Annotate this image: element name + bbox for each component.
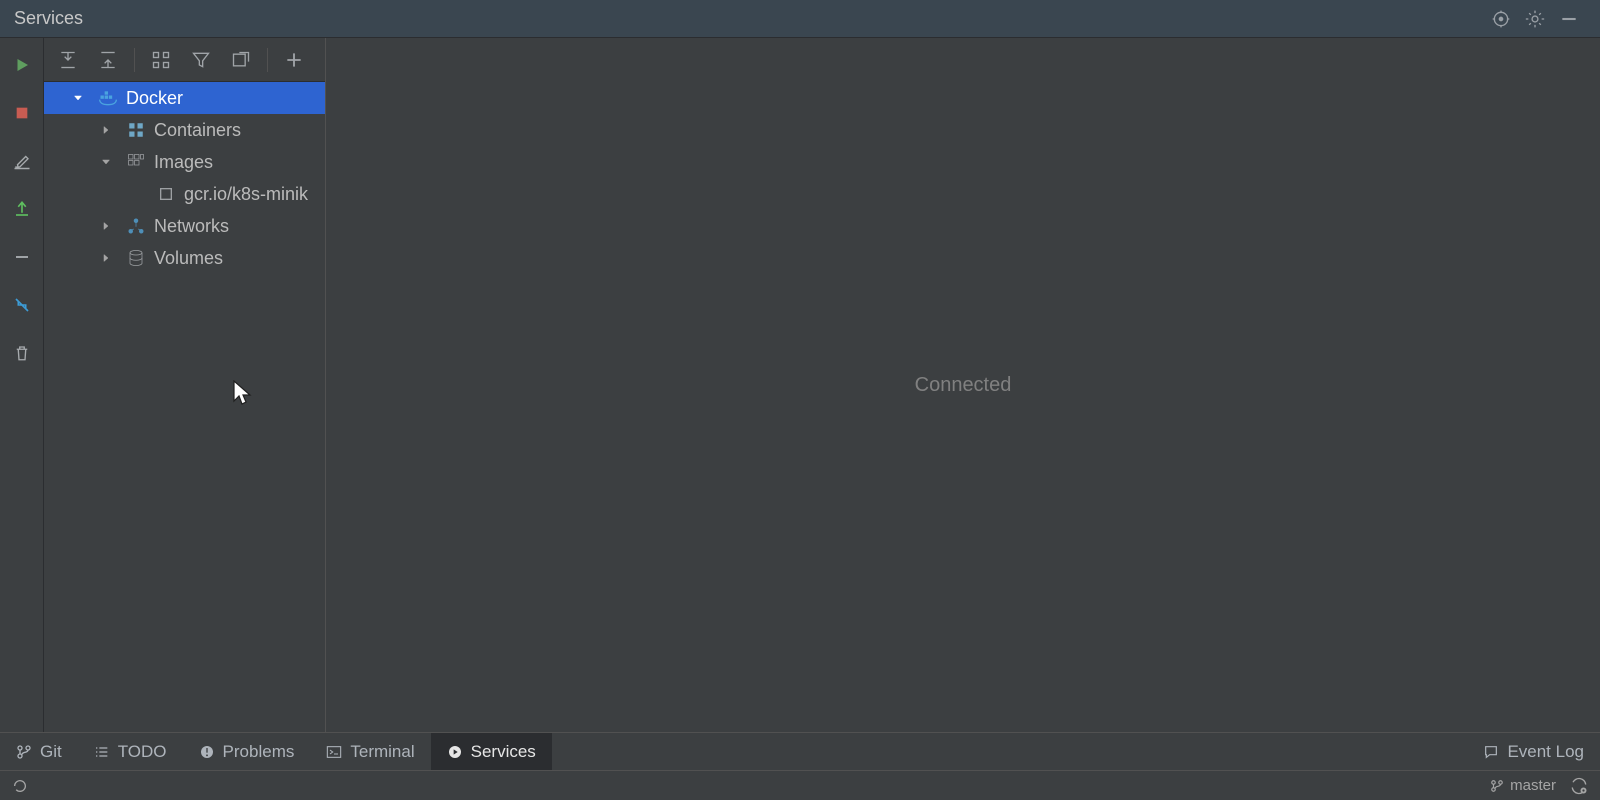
trash-icon[interactable] bbox=[7, 338, 37, 368]
remove-icon[interactable] bbox=[7, 242, 37, 272]
toolwindow-eventlog[interactable]: Event Log bbox=[1467, 733, 1600, 770]
filter-icon[interactable] bbox=[187, 46, 215, 74]
chevron-down-icon[interactable] bbox=[70, 90, 86, 106]
chevron-right-icon[interactable] bbox=[98, 122, 114, 138]
panel-title: Services bbox=[14, 8, 83, 29]
tree-node-networks[interactable]: Networks bbox=[44, 210, 325, 242]
volumes-icon bbox=[126, 248, 146, 268]
target-icon[interactable] bbox=[1484, 2, 1518, 36]
toolwindow-label: TODO bbox=[118, 742, 167, 762]
tree-node-docker[interactable]: Docker bbox=[44, 82, 325, 114]
tree-toolbar bbox=[44, 38, 325, 82]
toolwindow-terminal[interactable]: Terminal bbox=[310, 733, 430, 770]
main-content: Connected bbox=[326, 38, 1600, 732]
progress-indicator-icon[interactable] bbox=[12, 778, 28, 794]
toolwindow-label: Services bbox=[471, 742, 536, 762]
run-icon[interactable] bbox=[7, 50, 37, 80]
toolwindow-label: Git bbox=[40, 742, 62, 762]
vcs-branch-icon bbox=[1490, 779, 1504, 793]
left-gutter bbox=[0, 38, 44, 732]
add-icon[interactable] bbox=[280, 46, 308, 74]
hide-icon[interactable] bbox=[1552, 2, 1586, 36]
toolwindow-label: Terminal bbox=[350, 742, 414, 762]
status-bar: master bbox=[0, 770, 1600, 800]
toolwindow-todo[interactable]: TODO bbox=[78, 733, 183, 770]
deploy-icon[interactable] bbox=[7, 194, 37, 224]
group-by-icon[interactable] bbox=[147, 46, 175, 74]
tree-node-label: Docker bbox=[126, 88, 183, 109]
tree-node-label: gcr.io/k8s-minik bbox=[184, 184, 308, 205]
tree-node-image-item[interactable]: gcr.io/k8s-minik bbox=[44, 178, 325, 210]
toolwindow-problems[interactable]: Problems bbox=[183, 733, 311, 770]
vcs-branch-icon bbox=[16, 744, 32, 760]
speech-icon bbox=[1483, 744, 1499, 760]
images-icon bbox=[126, 152, 146, 172]
tree-node-label: Volumes bbox=[154, 248, 223, 269]
chevron-right-icon[interactable] bbox=[98, 250, 114, 266]
image-item-icon bbox=[156, 184, 176, 204]
expand-all-icon[interactable] bbox=[54, 46, 82, 74]
terminal-icon bbox=[326, 744, 342, 760]
branch-label: master bbox=[1510, 777, 1556, 794]
tree-node-images[interactable]: Images bbox=[44, 146, 325, 178]
toolwindow-git[interactable]: Git bbox=[0, 733, 78, 770]
collapse-icon[interactable] bbox=[7, 290, 37, 320]
gear-icon[interactable] bbox=[1518, 2, 1552, 36]
chevron-down-icon[interactable] bbox=[98, 154, 114, 170]
tool-window-strip: Git TODO Problems Terminal Services Even… bbox=[0, 732, 1600, 770]
git-branch-widget[interactable]: master bbox=[1490, 777, 1556, 794]
chevron-right-icon[interactable] bbox=[98, 218, 114, 234]
docker-icon bbox=[98, 88, 118, 108]
sync-settings-icon[interactable] bbox=[1570, 777, 1588, 795]
containers-icon bbox=[126, 120, 146, 140]
networks-icon bbox=[126, 216, 146, 236]
toolwindow-label: Event Log bbox=[1507, 742, 1584, 762]
warning-icon bbox=[199, 744, 215, 760]
tree-node-label: Containers bbox=[154, 120, 241, 141]
panel-header: Services bbox=[0, 0, 1600, 38]
open-tab-icon[interactable] bbox=[227, 46, 255, 74]
tree-node-containers[interactable]: Containers bbox=[44, 114, 325, 146]
tree-node-label: Images bbox=[154, 152, 213, 173]
edit-icon[interactable] bbox=[7, 146, 37, 176]
tree-node-label: Networks bbox=[154, 216, 229, 237]
play-circle-icon bbox=[447, 744, 463, 760]
connection-status: Connected bbox=[915, 374, 1012, 397]
stop-icon[interactable] bbox=[7, 98, 37, 128]
collapse-all-icon[interactable] bbox=[94, 46, 122, 74]
toolwindow-services[interactable]: Services bbox=[431, 733, 552, 770]
services-tree: Docker Containers Images bbox=[44, 82, 325, 732]
tree-node-volumes[interactable]: Volumes bbox=[44, 242, 325, 274]
list-icon bbox=[94, 744, 110, 760]
toolwindow-label: Problems bbox=[223, 742, 295, 762]
services-tree-panel: Docker Containers Images bbox=[44, 38, 326, 732]
